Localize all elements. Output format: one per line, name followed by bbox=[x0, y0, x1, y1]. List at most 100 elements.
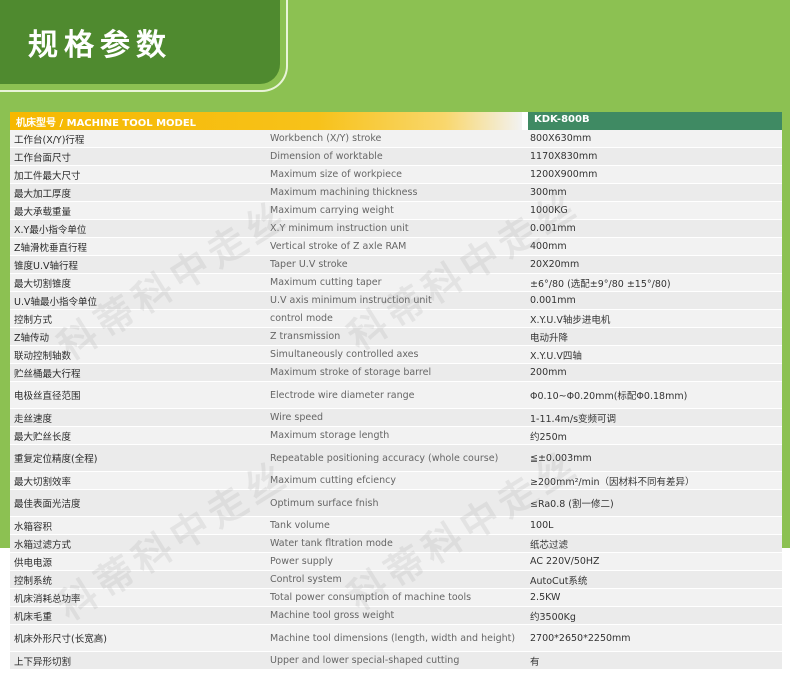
header-model-label: 机床型号 / MACHINE TOOL MODEL bbox=[16, 118, 197, 129]
spec-value: 20X20mm bbox=[530, 259, 580, 270]
header-model-value: KDK-800B bbox=[534, 114, 590, 125]
spec-value: 100L bbox=[530, 520, 554, 531]
spec-name-cn: 机床外形尺寸(长宽高) bbox=[14, 634, 107, 645]
spec-value: AC 220V/50HZ bbox=[530, 556, 600, 567]
spec-table: 机床型号 / MACHINE TOOL MODEL KDK-800B 工作台(X… bbox=[10, 112, 782, 670]
spec-name-en: Vertical stroke of Z axle RAM bbox=[270, 241, 407, 252]
spec-name-en: Optimum surface fnish bbox=[270, 497, 379, 509]
spec-value: 电动升降 bbox=[530, 332, 569, 344]
table-row: 最佳表面光洁度 Optimum surface fnish ≤Ra0.8 (割一修二… bbox=[10, 490, 782, 517]
spec-name-en: Z transmission bbox=[270, 331, 341, 342]
spec-value: 1200X900mm bbox=[530, 169, 598, 180]
spec-value: X.Y.U.V轴步进电机 bbox=[530, 314, 611, 326]
table-row: 上下异形切割 Upper and lower special-shaped cut… bbox=[10, 652, 782, 670]
spec-name-cn: Z轴滑枕垂直行程 bbox=[14, 242, 88, 254]
table-row: 贮丝桶最大行程 Maximum stroke of storage barrel 2… bbox=[10, 364, 782, 382]
spec-name-en: Maximum cutting efciency bbox=[270, 475, 396, 486]
table-row: 最大贮丝长度 Maximum storage length 约250m bbox=[10, 427, 782, 445]
spec-name-cn: 最大承载重量 bbox=[14, 206, 72, 218]
table-row: 锥度U.V轴行程 Taper U.V stroke 20X20mm bbox=[10, 256, 782, 274]
table-row: Z轴传动 Z transmission 电动升降 bbox=[10, 328, 782, 346]
spec-value: ≤Ra0.8 (割一修二) bbox=[530, 499, 614, 510]
spec-name-cn: 贮丝桶最大行程 bbox=[14, 368, 81, 380]
table-row: X.Y最小指令单位 X.Y minimum instruction unit 0.0… bbox=[10, 220, 782, 238]
table-row: 控制方式 control mode X.Y.U.V轴步进电机 bbox=[10, 310, 782, 328]
spec-name-cn: 水箱容积 bbox=[14, 521, 53, 533]
spec-name-cn: 重复定位精度(全程) bbox=[14, 454, 98, 465]
header-model-label-cell: 机床型号 / MACHINE TOOL MODEL bbox=[10, 112, 522, 130]
spec-name-en: Control system bbox=[270, 574, 342, 585]
table-row: 水箱过滤方式 Water tank fltration mode 纸芯过滤 bbox=[10, 535, 782, 553]
table-row: 工作台面尺寸 Dimension of worktable 1170X830mm bbox=[10, 148, 782, 166]
spec-name-en: U.V axis minimum instruction unit bbox=[270, 295, 432, 306]
table-row: 水箱容积 Tank volume 100L bbox=[10, 517, 782, 535]
spec-name-en: Maximum carrying weight bbox=[270, 205, 394, 216]
spec-name-en: Water tank fltration mode bbox=[270, 538, 393, 549]
spec-name-cn: 最大切割锥度 bbox=[14, 278, 72, 290]
table-row: 加工件最大尺寸 Maximum size of workpiece 1200X900… bbox=[10, 166, 782, 184]
spec-name-cn: U.V轴最小指令单位 bbox=[14, 296, 97, 308]
spec-name-en: Maximum storage length bbox=[270, 430, 390, 441]
table-row: 供电电源 Power supply AC 220V/50HZ bbox=[10, 553, 782, 571]
spec-name-cn: 控制方式 bbox=[14, 314, 53, 326]
spec-value: 1-11.4m/s变频可调 bbox=[530, 413, 617, 425]
spec-name-en: Total power consumption of machine tools bbox=[270, 592, 472, 603]
spec-value: 2.5KW bbox=[530, 592, 561, 603]
spec-value: 1170X830mm bbox=[530, 151, 598, 162]
page-title: 规格参数 bbox=[28, 28, 172, 63]
spec-value: AutoCut系统 bbox=[530, 575, 588, 587]
spec-name-en: Repeatable positioning accuracy (whole c… bbox=[270, 452, 499, 464]
spec-value: ±6°/80 (选配±9°/80 ±15°/80) bbox=[530, 278, 671, 290]
spec-value: 200mm bbox=[530, 367, 567, 378]
spec-name-en: Taper U.V stroke bbox=[270, 259, 348, 270]
table-row: 最大加工厚度 Maximum machining thickness 300mm bbox=[10, 184, 782, 202]
table-row: 重复定位精度(全程) Repeatable positioning accurac… bbox=[10, 445, 782, 472]
spec-name-en: Machine tool gross weight bbox=[270, 610, 395, 621]
spec-value: ≦±0.003mm bbox=[530, 452, 592, 464]
table-row: 最大承载重量 Maximum carrying weight 1000KG bbox=[10, 202, 782, 220]
table-body: 工作台(X/Y)行程 Workbench (X/Y) stroke 800X630m… bbox=[10, 130, 782, 670]
spec-name-en: Wire speed bbox=[270, 412, 324, 423]
spec-value: 1000KG bbox=[530, 205, 568, 216]
spec-name-cn: 工作台(X/Y)行程 bbox=[14, 134, 85, 146]
spec-value: Φ0.10~Φ0.20mm(标配Φ0.18mm) bbox=[530, 391, 688, 402]
table-row: 工作台(X/Y)行程 Workbench (X/Y) stroke 800X630m… bbox=[10, 130, 782, 148]
table-header: 机床型号 / MACHINE TOOL MODEL KDK-800B bbox=[10, 112, 782, 130]
table-row: 最大切割效率 Maximum cutting efciency ≥200mm²/mi… bbox=[10, 472, 782, 490]
spec-name-en: X.Y minimum instruction unit bbox=[270, 223, 409, 234]
spec-name-en: Power supply bbox=[270, 556, 334, 567]
spec-name-en: Maximum machining thickness bbox=[270, 187, 418, 198]
spec-name-en: Dimension of worktable bbox=[270, 151, 383, 162]
spec-name-cn: 联动控制轴数 bbox=[14, 350, 72, 362]
header-model-value-cell: KDK-800B bbox=[528, 112, 782, 130]
title-banner: 规格参数 bbox=[0, 0, 288, 92]
spec-name-en: Machine tool dimensions (length, width a… bbox=[270, 632, 516, 644]
spec-value: 纸芯过滤 bbox=[530, 539, 569, 551]
spec-value: 400mm bbox=[530, 241, 567, 252]
spec-name-cn: Z轴传动 bbox=[14, 332, 50, 344]
spec-name-cn: 控制系统 bbox=[14, 575, 53, 587]
table-row: Z轴滑枕垂直行程 Vertical stroke of Z axle RAM 400… bbox=[10, 238, 782, 256]
spec-value: X.Y.U.V四轴 bbox=[530, 350, 582, 362]
spec-name-cn: 锥度U.V轴行程 bbox=[14, 260, 78, 272]
title-banner-inner: 规格参数 bbox=[0, 0, 280, 84]
spec-value: ≥200mm²/min（因材料不同有差异） bbox=[530, 476, 695, 488]
spec-name-en: Workbench (X/Y) stroke bbox=[270, 133, 382, 144]
spec-name-cn: 最大贮丝长度 bbox=[14, 431, 72, 443]
spec-name-en: Upper and lower special-shaped cutting bbox=[270, 655, 460, 666]
spec-name-cn: 走丝速度 bbox=[14, 413, 53, 425]
spec-name-cn: 加工件最大尺寸 bbox=[14, 170, 81, 182]
table-row: 电极丝直径范围 Electrode wire diameter range Φ0.1… bbox=[10, 382, 782, 409]
spec-value: 约3500Kg bbox=[530, 611, 576, 623]
spec-name-cn: 电极丝直径范围 bbox=[14, 391, 81, 402]
spec-name-cn: 最大切割效率 bbox=[14, 476, 72, 488]
table-row: 控制系统 Control system AutoCut系统 bbox=[10, 571, 782, 589]
spec-name-en: Electrode wire diameter range bbox=[270, 389, 415, 401]
spec-value: 2700*2650*2250mm bbox=[530, 632, 631, 644]
spec-name-en: Maximum stroke of storage barrel bbox=[270, 367, 432, 378]
spec-name-cn: 机床消耗总功率 bbox=[14, 593, 81, 605]
table-row: 最大切割锥度 Maximum cutting taper ±6°/80 (选配±9°… bbox=[10, 274, 782, 292]
table-row: 走丝速度 Wire speed 1-11.4m/s变频可调 bbox=[10, 409, 782, 427]
spec-name-en: Simultaneously controlled axes bbox=[270, 349, 419, 360]
table-row: 机床毛重 Machine tool gross weight 约3500Kg bbox=[10, 607, 782, 625]
